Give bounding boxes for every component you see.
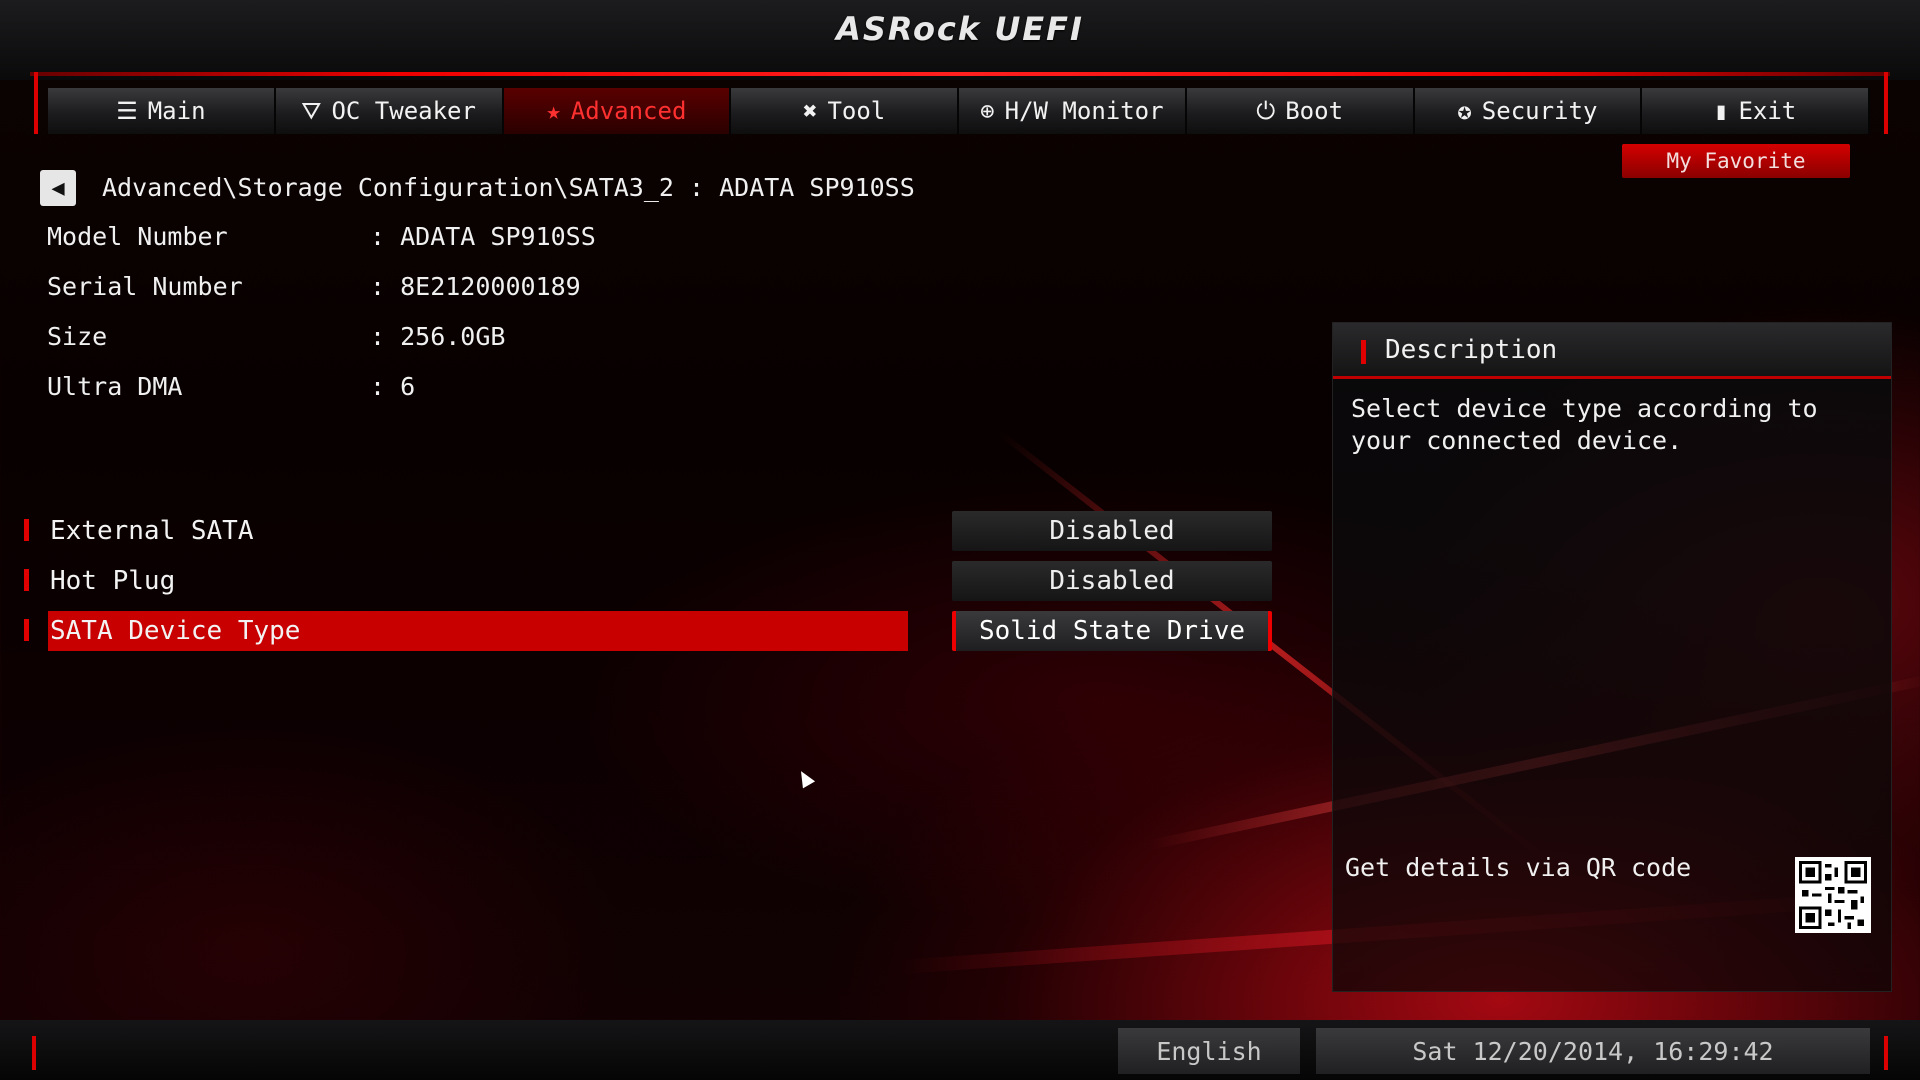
info-label-model: Model Number: [47, 222, 228, 251]
tab-label: Tool: [827, 97, 886, 125]
datetime-display: Sat 12/20/2014, 16:29:42: [1316, 1028, 1870, 1074]
description-title: Description: [1385, 335, 1558, 365]
tab-label: Security: [1481, 97, 1598, 125]
description-marker: [1361, 340, 1366, 364]
description-text: Select device type according to your con…: [1351, 394, 1818, 455]
info-label-serial: Serial Number: [47, 272, 243, 301]
tab-tool[interactable]: ✖ Tool: [731, 88, 959, 134]
tab-advanced[interactable]: ★ Advanced: [503, 88, 732, 134]
crosshair-icon: ⊕: [980, 97, 995, 125]
option-marker: [24, 569, 29, 591]
option-sata-device-type[interactable]: SATA Device Type Solid State Drive: [0, 611, 1300, 651]
option-value-dropdown[interactable]: Solid State Drive: [952, 611, 1272, 651]
tab-label: OC Tweaker: [331, 97, 476, 125]
option-hot-plug[interactable]: Hot Plug Disabled: [0, 561, 1300, 601]
shield-icon: ✪: [1457, 97, 1472, 125]
info-value-serial: : 8E2120000189: [370, 272, 581, 301]
tab-main[interactable]: ☰ Main: [48, 88, 276, 134]
breadcrumb: Advanced\Storage Configuration\SATA3_2 :…: [102, 173, 915, 202]
tools-icon: ✖: [803, 97, 818, 125]
tab-hw-monitor[interactable]: ⊕ H/W Monitor: [959, 88, 1187, 134]
option-value-dropdown[interactable]: Disabled: [952, 561, 1272, 601]
main-tabs: ☰ Main ⛛ OC Tweaker ★ Advanced ✖ Tool ⊕ …: [48, 88, 1870, 134]
footer-accent-left: [32, 1036, 36, 1070]
back-button[interactable]: ◀: [40, 170, 76, 206]
info-label-size: Size: [47, 322, 108, 351]
list-icon: ☰: [116, 97, 138, 125]
info-value-model: : ADATA SP910SS: [370, 222, 596, 251]
info-value-size: : 256.0GB: [370, 322, 506, 351]
qr-code-icon: [1795, 857, 1871, 933]
qr-caption: Get details via QR code: [1345, 853, 1692, 882]
option-external-sata[interactable]: External SATA Disabled: [0, 511, 1300, 551]
tab-label: H/W Monitor: [1004, 97, 1164, 125]
header-accent-right: [1884, 72, 1888, 134]
my-favorite-button[interactable]: My Favorite: [1622, 144, 1850, 178]
language-button[interactable]: English: [1118, 1028, 1300, 1074]
description-panel: Description Select device type according…: [1332, 322, 1892, 992]
tab-label: Boot: [1285, 97, 1344, 125]
tab-boot[interactable]: ⏻ Boot: [1186, 88, 1415, 134]
power-icon: ⏻: [1256, 97, 1276, 125]
tab-label: Main: [147, 97, 206, 125]
star-icon: ★: [546, 97, 561, 125]
tab-exit[interactable]: ▮ Exit: [1642, 88, 1870, 134]
tab-label: Exit: [1738, 97, 1797, 125]
back-arrow-icon: ◀: [51, 175, 65, 201]
header-accent-line: [30, 72, 1890, 76]
tab-security[interactable]: ✪ Security: [1414, 88, 1643, 134]
header-accent-left: [34, 72, 38, 134]
tab-label: Advanced: [570, 97, 687, 125]
option-value-dropdown[interactable]: Disabled: [952, 511, 1272, 551]
mouse-cursor-icon: [794, 767, 816, 789]
rocket-icon: ⛛: [301, 97, 322, 125]
door-icon: ▮: [1714, 97, 1729, 125]
option-marker: [24, 619, 29, 641]
footer-accent-right: [1884, 1036, 1888, 1070]
info-label-ultra-dma: Ultra DMA: [47, 372, 183, 401]
option-marker: [24, 519, 29, 541]
option-label-selected[interactable]: SATA Device Type: [48, 611, 908, 651]
asrock-uefi-logo: ASRock UEFI: [836, 10, 1084, 48]
option-label[interactable]: External SATA: [48, 511, 908, 551]
header-bar: ASRock UEFI: [0, 0, 1920, 80]
option-label[interactable]: Hot Plug: [48, 561, 908, 601]
tab-oc-tweaker[interactable]: ⛛ OC Tweaker: [275, 88, 504, 134]
description-header: Description: [1333, 323, 1891, 379]
info-value-ultra-dma: : 6: [370, 372, 416, 401]
